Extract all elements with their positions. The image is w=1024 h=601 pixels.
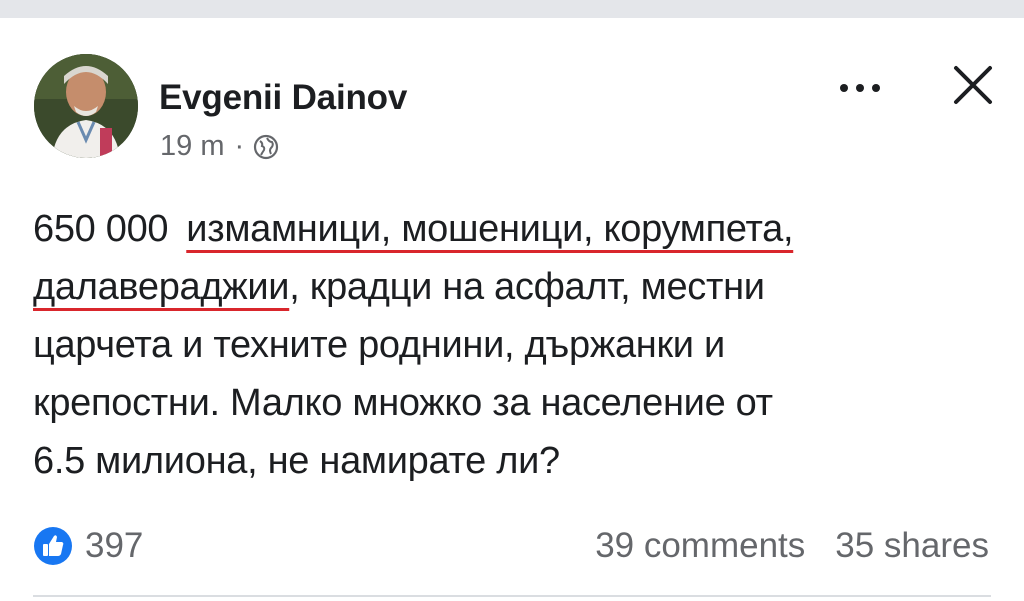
underlined-text-2: далавераджии [33, 266, 290, 308]
post-line-3: царчета и техните роднини, държанки и [33, 324, 725, 366]
post-stats: 39 comments 35 shares [595, 526, 989, 566]
reactions-summary[interactable]: 397 [33, 526, 143, 566]
post-line-4: крепостни. Малко множко за население от [33, 382, 773, 424]
post-card: Evgenii Dainov 19 m · 650 000 измамници, … [0, 18, 1024, 601]
post-number: 650 000 [33, 208, 169, 250]
post-line-5: 6.5 милиона, не намирате ли? [33, 440, 560, 482]
globe-icon [253, 134, 279, 160]
avatar-image [34, 54, 138, 158]
more-dots-icon [840, 84, 880, 92]
shares-count-link[interactable]: 35 shares [835, 526, 989, 566]
like-icon [33, 526, 73, 566]
close-icon [954, 66, 992, 104]
close-button[interactable] [946, 58, 1000, 112]
divider [33, 595, 991, 597]
post-text: 650 000 измамници, мошеници, корумпета, д… [33, 200, 993, 490]
post-time[interactable]: 19 m [160, 130, 224, 163]
avatar[interactable] [34, 54, 138, 158]
underlined-text-1: измамници, мошеници, корумпета, [186, 208, 794, 250]
post-meta: 19 m · [160, 130, 279, 163]
top-bar [0, 0, 1024, 18]
comments-count-link[interactable]: 39 comments [595, 526, 805, 566]
more-options-button[interactable] [830, 66, 890, 110]
reaction-count: 397 [85, 526, 144, 565]
post-line-1: 650 000 измамници, мошеници, корумпета, [33, 200, 993, 258]
post-line-2-rest: , крадци на асфалт, местни [289, 266, 765, 308]
post-line-2: далавераджии, крадци на асфалт, местни [33, 258, 993, 316]
author-name[interactable]: Evgenii Dainov [159, 78, 407, 118]
meta-separator: · [234, 130, 245, 162]
